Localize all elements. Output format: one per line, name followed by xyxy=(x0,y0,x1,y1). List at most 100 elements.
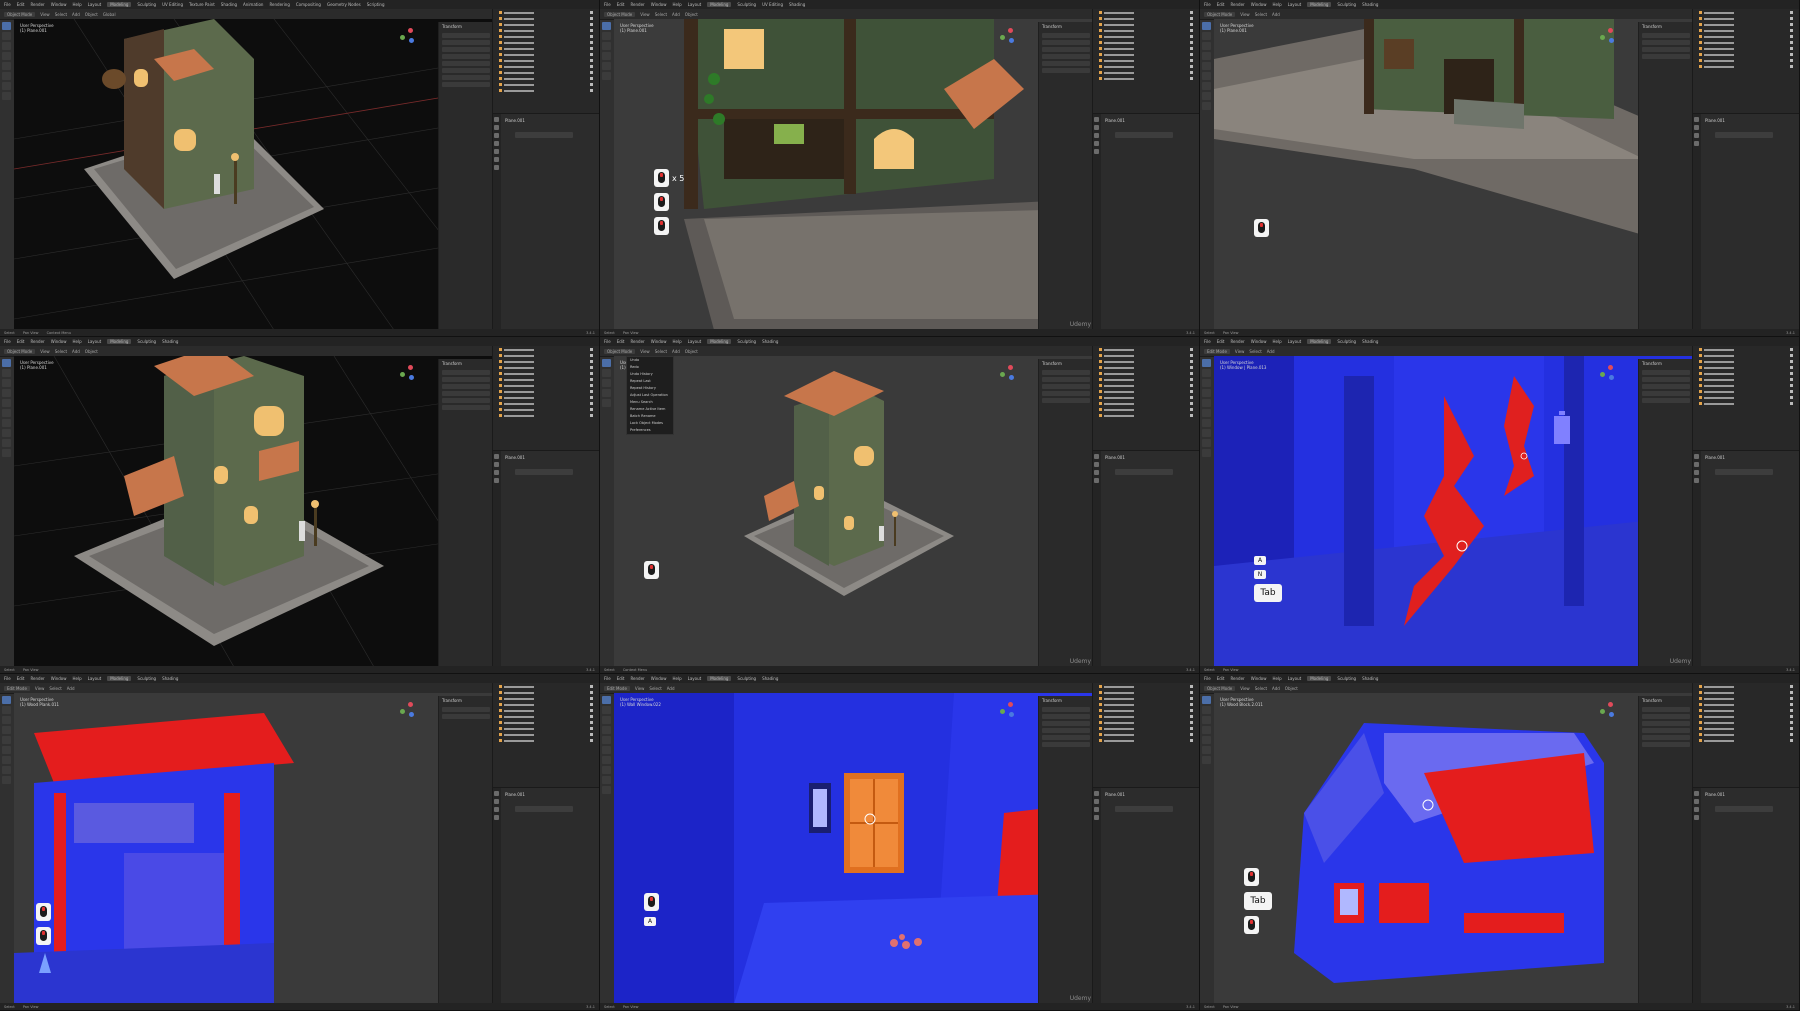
outliner-row[interactable] xyxy=(499,684,599,689)
menu-file[interactable]: File xyxy=(4,339,11,344)
object-tab-icon[interactable] xyxy=(1094,133,1099,138)
tab-shading[interactable]: Shading xyxy=(762,676,778,681)
eye-icon[interactable] xyxy=(1190,703,1193,706)
scale-tool-icon[interactable] xyxy=(2,62,11,70)
tab-sculpting[interactable]: Sculpting xyxy=(1337,2,1356,7)
outliner-row[interactable] xyxy=(499,407,599,412)
outliner-row[interactable] xyxy=(1099,413,1199,418)
eye-icon[interactable] xyxy=(1790,697,1793,700)
location-field[interactable] xyxy=(1042,370,1090,375)
outliner-row[interactable] xyxy=(499,690,599,695)
rotation-field[interactable] xyxy=(1042,47,1090,52)
3d-viewport[interactable]: User Perspective (1) Wood Plank.011 xyxy=(14,693,492,1003)
navigation-gizmo[interactable] xyxy=(1598,26,1616,44)
eye-icon[interactable] xyxy=(1790,366,1793,369)
menu-window[interactable]: Window xyxy=(651,2,667,7)
outliner-row[interactable] xyxy=(1099,52,1199,57)
outliner-row[interactable] xyxy=(1099,16,1199,21)
menu-edit[interactable]: Edit xyxy=(1217,2,1225,7)
menu-file[interactable]: File xyxy=(1204,2,1211,7)
eye-icon[interactable] xyxy=(1190,715,1193,718)
eye-icon[interactable] xyxy=(1190,408,1193,411)
eye-icon[interactable] xyxy=(590,384,593,387)
brush-tool-icon[interactable] xyxy=(2,419,11,427)
move-tool-icon[interactable] xyxy=(2,716,11,724)
outliner-row[interactable] xyxy=(499,22,599,27)
outliner-row[interactable] xyxy=(1099,22,1199,27)
outliner-row[interactable] xyxy=(499,726,599,731)
tab-shading[interactable]: Shading xyxy=(1362,2,1378,7)
eye-icon[interactable] xyxy=(1190,348,1193,351)
tab-sculpting[interactable]: Sculpting xyxy=(737,676,756,681)
outliner-row[interactable] xyxy=(499,413,599,418)
tab-uv-editing[interactable]: UV Editing xyxy=(162,2,183,7)
object-menu[interactable]: Object xyxy=(1285,686,1298,691)
navigation-gizmo[interactable] xyxy=(998,363,1016,381)
brush-tool-icon[interactable] xyxy=(1202,102,1211,110)
outliner-row[interactable] xyxy=(1699,720,1799,725)
add-menu[interactable]: Add xyxy=(1272,686,1280,691)
mode-dropdown[interactable]: Edit Mode xyxy=(4,685,30,691)
add-menu[interactable]: Add xyxy=(667,686,675,691)
rotation-field[interactable] xyxy=(1642,384,1690,389)
tool-tab-icon[interactable] xyxy=(1094,791,1099,796)
location-field[interactable] xyxy=(1642,33,1690,38)
tab-texture-paint[interactable]: Texture Paint xyxy=(189,2,215,7)
material-tab-icon[interactable] xyxy=(494,478,499,483)
eye-icon[interactable] xyxy=(590,709,593,712)
eye-icon[interactable] xyxy=(1790,709,1793,712)
menu-file[interactable]: File xyxy=(1204,676,1211,681)
cursor-tool-icon[interactable] xyxy=(2,369,11,377)
select-menu[interactable]: Select xyxy=(649,686,661,691)
rotate-tool-icon[interactable] xyxy=(1202,52,1211,60)
annotate-tool-icon[interactable] xyxy=(1202,756,1211,764)
3d-viewport[interactable]: User Perspective (1) Plane.001 xyxy=(1214,19,1692,329)
outliner-row[interactable] xyxy=(1699,726,1799,731)
outliner-row[interactable] xyxy=(499,720,599,725)
tab-shading[interactable]: Shading xyxy=(162,676,178,681)
scale-tool-icon[interactable] xyxy=(602,62,611,70)
location-field[interactable] xyxy=(1642,377,1690,382)
menu-window[interactable]: Window xyxy=(1251,676,1267,681)
select-tool-icon[interactable] xyxy=(1202,696,1211,704)
outliner-row[interactable] xyxy=(1099,70,1199,75)
rotation-y-field[interactable] xyxy=(442,61,490,66)
transform-header[interactable]: Transform xyxy=(1039,359,1093,368)
menu-edit[interactable]: Edit xyxy=(1217,676,1225,681)
menu-file[interactable]: File xyxy=(1204,339,1211,344)
outliner-row[interactable] xyxy=(1099,383,1199,388)
outliner-row[interactable] xyxy=(1699,16,1799,21)
rotation-field[interactable] xyxy=(442,391,490,396)
tool-tab-icon[interactable] xyxy=(1694,791,1699,796)
eye-icon[interactable] xyxy=(1190,414,1193,417)
outliner-row[interactable] xyxy=(1099,702,1199,707)
tab-geometry-nodes[interactable]: Geometry Nodes xyxy=(327,2,361,7)
tool-tab-icon[interactable] xyxy=(494,791,499,796)
eye-icon[interactable] xyxy=(590,414,593,417)
outliner-row[interactable] xyxy=(1099,64,1199,69)
scale-tool-icon[interactable] xyxy=(1202,736,1211,744)
outliner-row[interactable] xyxy=(1699,696,1799,701)
object-tab-icon[interactable] xyxy=(1694,125,1699,130)
tab-modeling[interactable]: Modeling xyxy=(1307,339,1332,344)
modifier-tab-icon[interactable] xyxy=(1694,807,1699,812)
menu-render[interactable]: Render xyxy=(1230,676,1244,681)
view-menu[interactable]: View xyxy=(640,349,650,354)
knife-tool-icon[interactable] xyxy=(1202,449,1211,457)
inset-tool-icon[interactable] xyxy=(602,756,611,764)
eye-icon[interactable] xyxy=(1190,65,1193,68)
add-menu[interactable]: Add xyxy=(67,686,75,691)
object-tab-icon[interactable] xyxy=(494,149,499,154)
select-menu[interactable]: Select xyxy=(1255,686,1267,691)
outliner-row[interactable] xyxy=(1099,58,1199,63)
eye-icon[interactable] xyxy=(1790,354,1793,357)
tab-sculpting[interactable]: Sculpting xyxy=(1337,339,1356,344)
modifier-tab-icon[interactable] xyxy=(1094,141,1099,146)
outliner-row[interactable] xyxy=(1099,389,1199,394)
outliner-row[interactable] xyxy=(1699,40,1799,45)
cursor-tool-icon[interactable] xyxy=(2,706,11,714)
eye-icon[interactable] xyxy=(1190,53,1193,56)
3d-viewport[interactable]: User Perspective (1) Window | Plane.013 … xyxy=(1214,356,1692,666)
menu-render[interactable]: Render xyxy=(630,2,644,7)
scale-field[interactable] xyxy=(442,405,490,410)
